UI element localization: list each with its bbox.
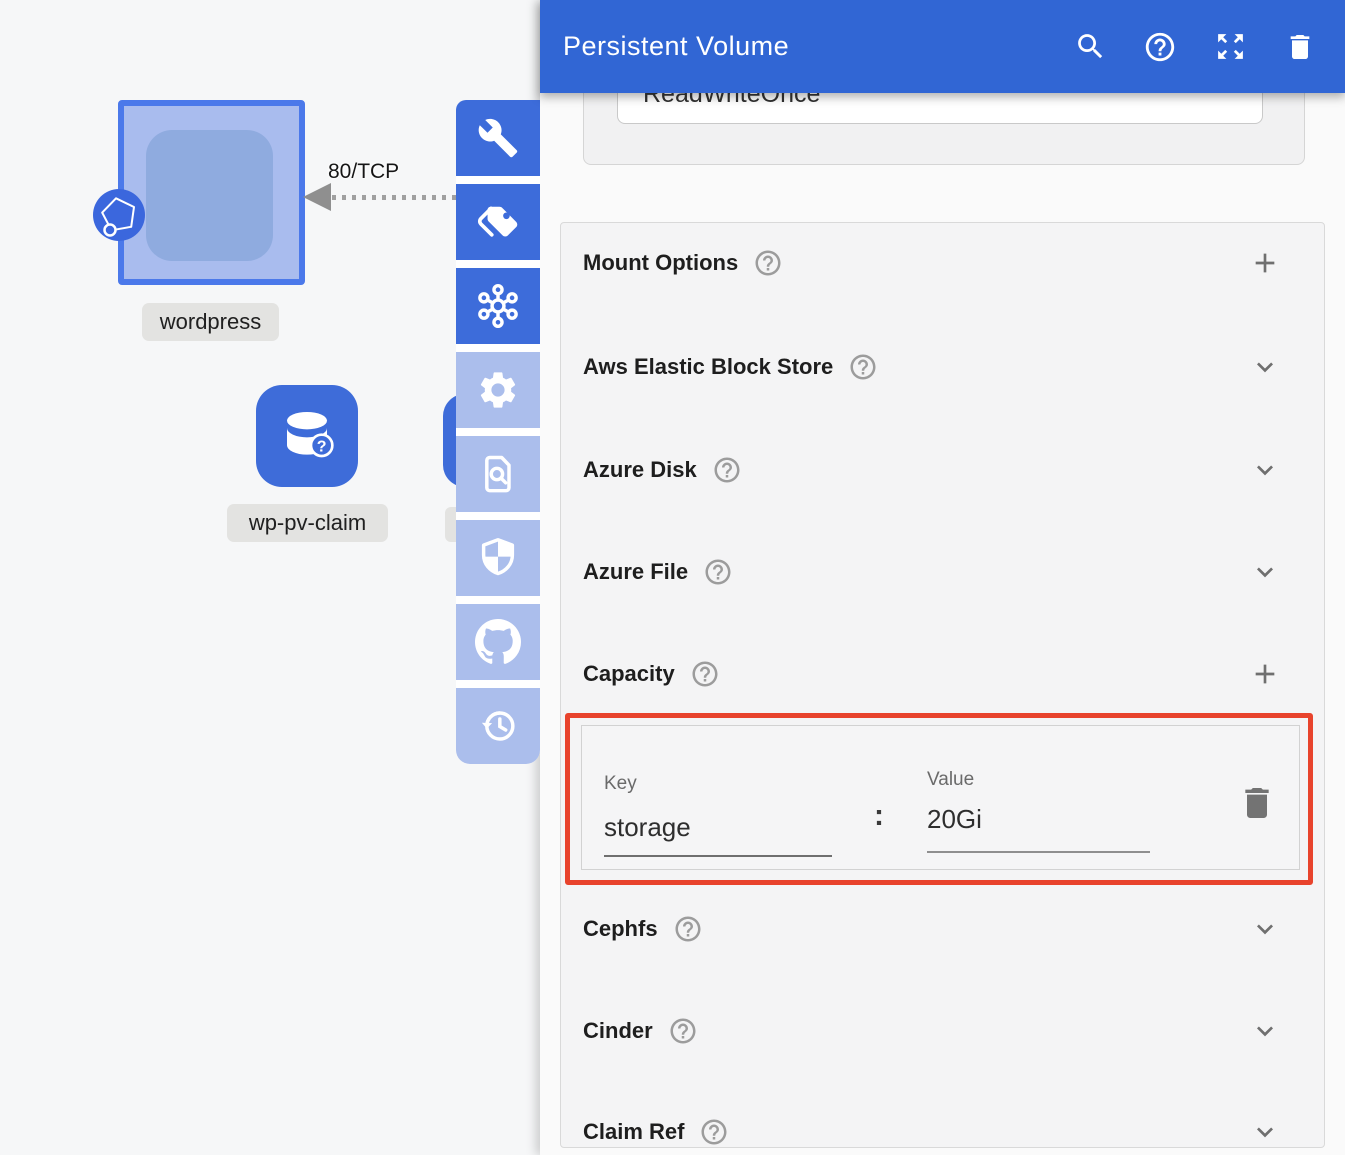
- section-label: Azure File: [583, 559, 688, 585]
- node-label-wordpress: wordpress: [142, 303, 279, 341]
- help-icon[interactable]: [703, 557, 733, 587]
- gear-icon: [476, 368, 520, 412]
- chevron-down-icon[interactable]: [1249, 454, 1281, 486]
- app-screen: 80/TCP wordpress ? wp-pv-claim: [0, 0, 1345, 1155]
- section-cephfs[interactable]: Cephfs: [561, 909, 1324, 949]
- help-icon[interactable]: [673, 914, 703, 944]
- search-icon: [1074, 30, 1107, 63]
- expand-arrows-icon: [1214, 30, 1247, 63]
- toolbar-button-doc-search[interactable]: [456, 436, 540, 512]
- section-aws-elastic-block-store[interactable]: Aws Elastic Block Store: [561, 347, 1324, 387]
- svg-text:?: ?: [317, 438, 327, 455]
- database-icon: ?: [275, 404, 339, 468]
- key-label: Key: [604, 773, 637, 795]
- persistent-volume-panel: ReadWriteOnce Mount Options Aws Elastic …: [540, 0, 1345, 1155]
- help-icon[interactable]: [753, 248, 783, 278]
- node-label-wp-pv-claim: wp-pv-claim: [227, 504, 388, 542]
- edge-arrowhead-icon: [303, 183, 331, 211]
- section-label: Claim Ref: [583, 1119, 684, 1145]
- wrench-icon: [477, 117, 519, 159]
- add-icon[interactable]: [1249, 658, 1281, 690]
- help-icon[interactable]: [668, 1016, 698, 1046]
- key-input[interactable]: storage: [604, 812, 691, 843]
- key-underline: [604, 855, 832, 857]
- add-icon[interactable]: [1249, 247, 1281, 279]
- github-icon: [475, 619, 521, 665]
- section-mount-options[interactable]: Mount Options: [561, 243, 1324, 283]
- node-wordpress[interactable]: [118, 100, 305, 285]
- panel-title: Persistent Volume: [563, 31, 789, 62]
- pod-badge[interactable]: [93, 189, 145, 241]
- node-wordpress-inner: [146, 130, 273, 261]
- toolbar-button-github[interactable]: [456, 604, 540, 680]
- section-label: Capacity: [583, 661, 675, 687]
- hub-icon: [475, 283, 521, 329]
- section-claim-ref[interactable]: Claim Ref: [561, 1112, 1324, 1152]
- section-cinder[interactable]: Cinder: [561, 1011, 1324, 1051]
- node-wp-pv-claim[interactable]: ?: [256, 385, 358, 487]
- toolbar-button-tag[interactable]: [456, 184, 540, 260]
- toolbar-button-hub[interactable]: [456, 268, 540, 344]
- tag-icon: [476, 200, 520, 244]
- document-search-icon: [476, 452, 520, 496]
- help-icon[interactable]: [699, 1117, 729, 1147]
- volume-sources-card: Mount Options Aws Elastic Block Store Az…: [560, 222, 1325, 1148]
- section-azure-disk[interactable]: Azure Disk: [561, 450, 1324, 490]
- edge-dotted-line: [332, 195, 456, 200]
- help-button[interactable]: [1143, 30, 1177, 64]
- help-icon[interactable]: [712, 455, 742, 485]
- chevron-down-icon[interactable]: [1249, 1015, 1281, 1047]
- shield-icon: [475, 535, 521, 581]
- help-circle-icon: [1143, 30, 1177, 64]
- value-underline: [927, 851, 1150, 853]
- kv-separator: :: [874, 799, 884, 833]
- chevron-down-icon[interactable]: [1249, 913, 1281, 945]
- toolbar-button-history[interactable]: [456, 688, 540, 764]
- section-capacity[interactable]: Capacity: [561, 654, 1324, 694]
- value-input[interactable]: 20Gi: [927, 804, 982, 835]
- toolbar-button-wrench[interactable]: [456, 100, 540, 176]
- chevron-down-icon[interactable]: [1249, 556, 1281, 588]
- help-icon[interactable]: [848, 352, 878, 382]
- expand-button[interactable]: [1213, 30, 1247, 64]
- edge-port-label: 80/TCP: [328, 160, 399, 184]
- toolbar-button-security[interactable]: [456, 520, 540, 596]
- chevron-down-icon[interactable]: [1249, 1116, 1281, 1148]
- header-actions: [1073, 0, 1317, 93]
- value-label: Value: [927, 769, 974, 791]
- section-azure-file[interactable]: Azure File: [561, 552, 1324, 592]
- delete-button[interactable]: [1283, 30, 1317, 64]
- delete-entry-icon[interactable]: [1237, 783, 1277, 823]
- graph-canvas[interactable]: 80/TCP wordpress ? wp-pv-claim: [0, 0, 540, 1155]
- capacity-entry-card: [581, 725, 1300, 870]
- toolbar-button-settings[interactable]: [456, 352, 540, 428]
- history-icon: [476, 704, 520, 748]
- pentagon-icon: [93, 189, 145, 241]
- panel-header: Persistent Volume: [540, 0, 1345, 93]
- help-icon[interactable]: [690, 659, 720, 689]
- section-label: Aws Elastic Block Store: [583, 354, 833, 380]
- section-label: Cinder: [583, 1018, 653, 1044]
- chevron-down-icon[interactable]: [1249, 351, 1281, 383]
- section-label: Mount Options: [583, 250, 738, 276]
- section-label: Cephfs: [583, 916, 658, 942]
- trash-icon: [1284, 31, 1316, 63]
- section-label: Azure Disk: [583, 457, 697, 483]
- search-button[interactable]: [1073, 30, 1107, 64]
- side-toolbar: [456, 100, 540, 764]
